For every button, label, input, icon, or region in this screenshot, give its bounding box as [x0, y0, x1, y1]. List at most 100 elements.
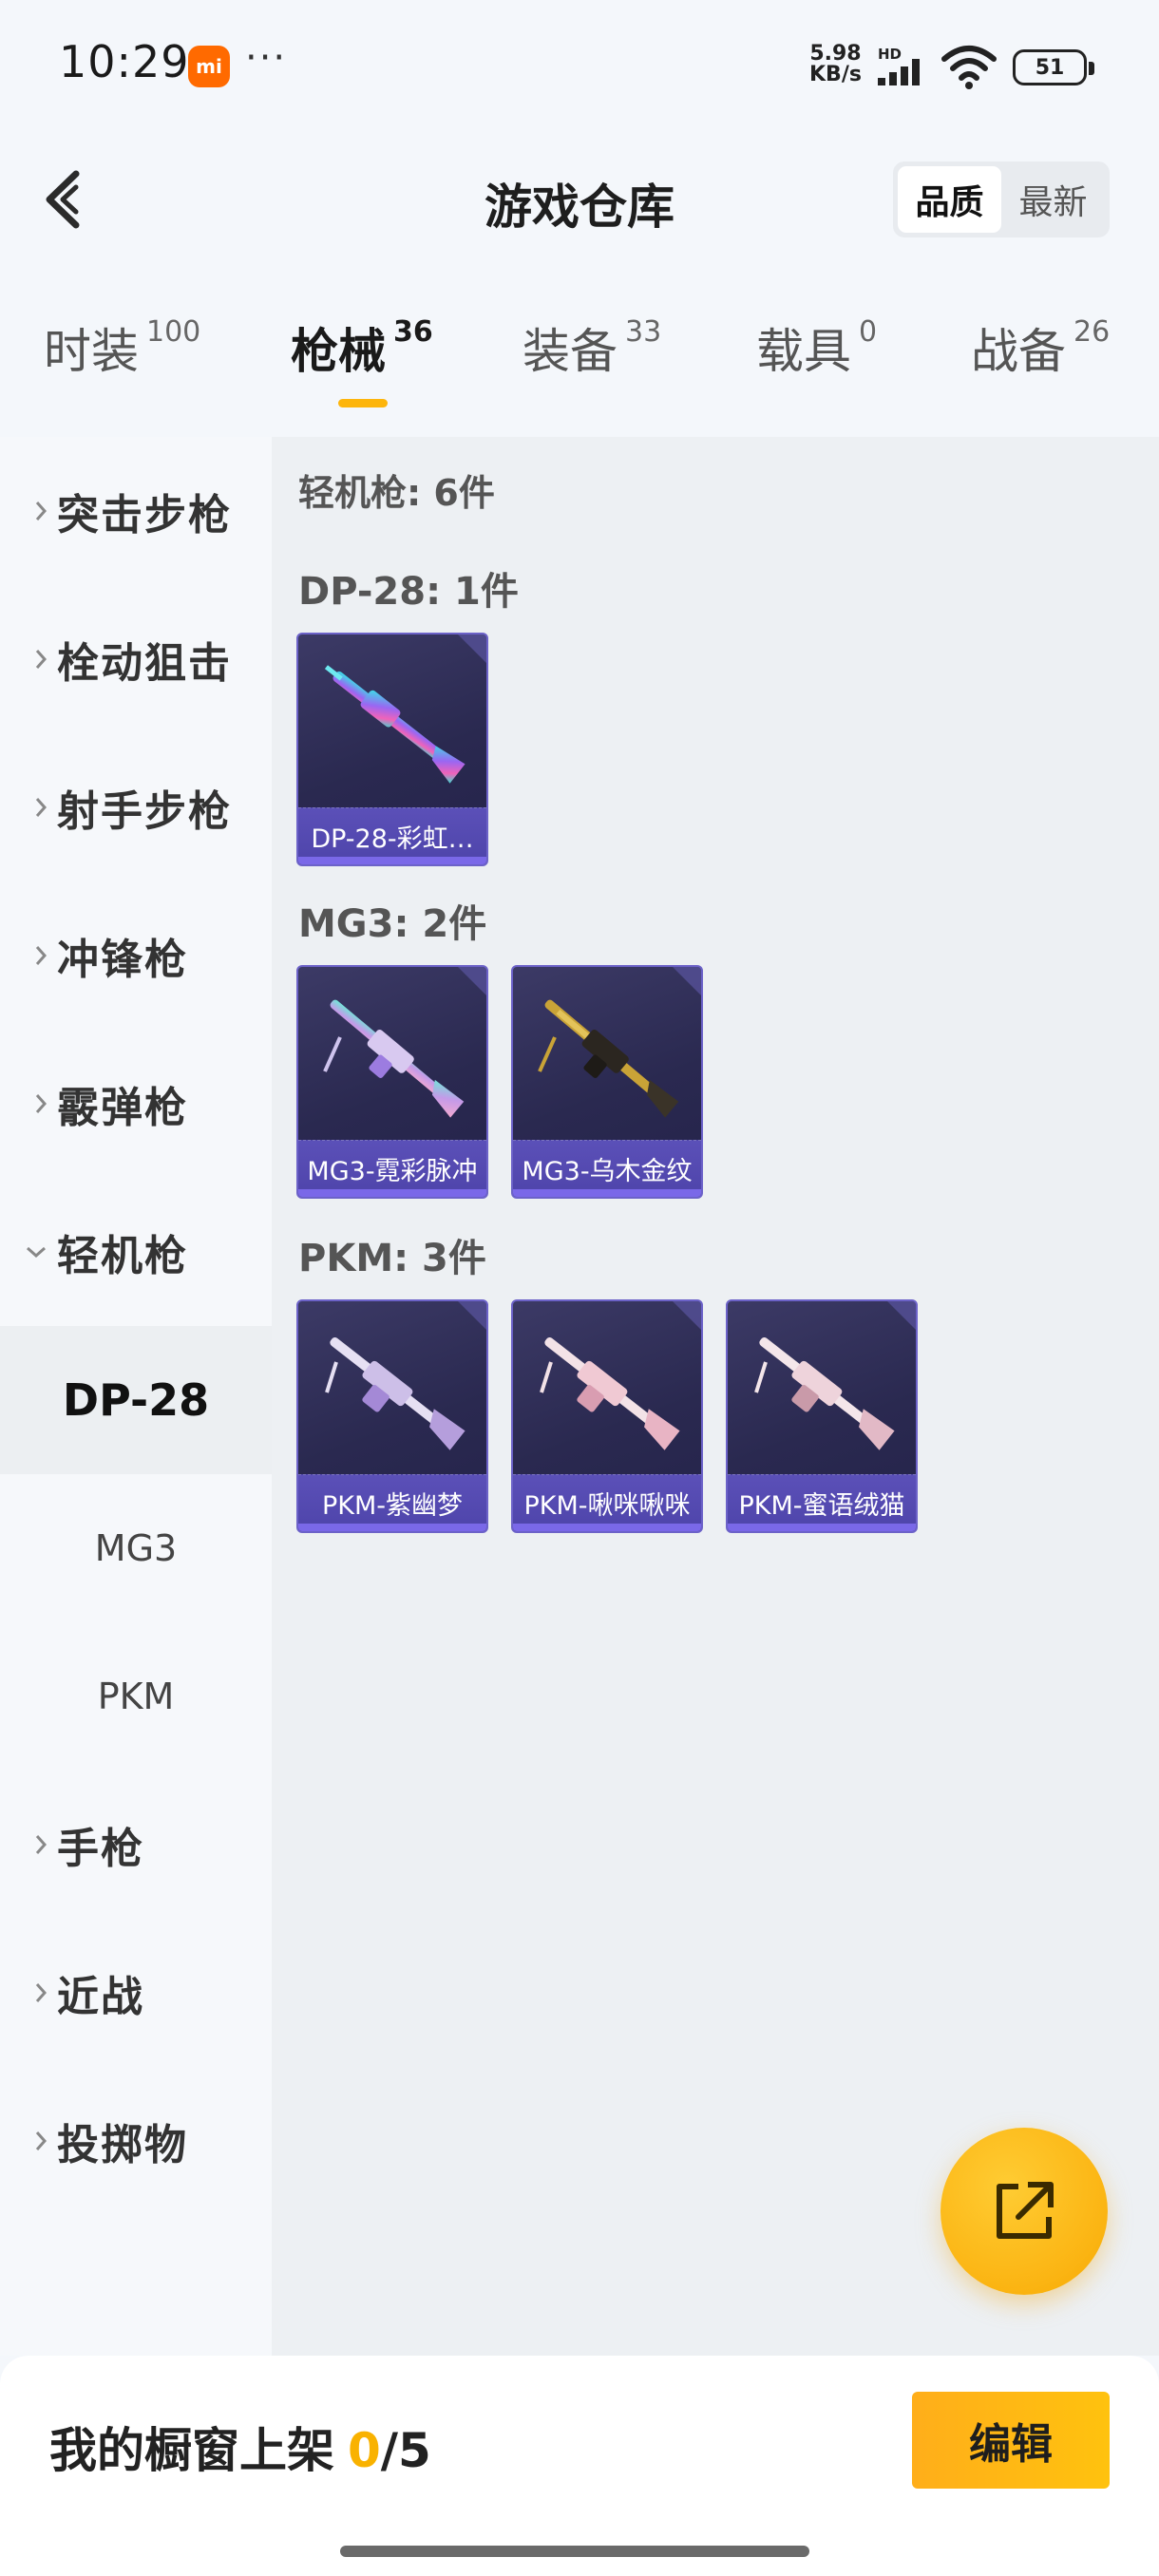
skin-card-name: PKM-啾咪啾咪 — [513, 1474, 701, 1531]
chevron-right-icon — [19, 1981, 57, 2004]
tab-outfits[interactable]: 时装 100 — [44, 313, 200, 382]
tab-label: 枪械 — [291, 324, 386, 379]
sidebar-item-label: 轻机枪 — [57, 1232, 188, 1280]
skin-card[interactable]: PKM-紫幽梦 — [296, 1299, 488, 1533]
network-speed: 5.98 KB/s — [809, 44, 862, 85]
bottom-bar: 我的橱窗上架 0 /5 编辑 — [0, 2356, 1159, 2576]
card-bottom-stripe — [513, 1524, 701, 1531]
sidebar-item-marksman-rifle[interactable]: 射手步枪 — [0, 733, 272, 881]
status-time: 10:29 — [59, 36, 190, 87]
active-tab-indicator — [338, 399, 388, 407]
sidebar-item-label: 突击步枪 — [57, 491, 232, 540]
skin-card[interactable]: MG3-霓彩脉冲 — [296, 965, 488, 1199]
skin-card[interactable]: MG3-乌木金纹 — [511, 965, 703, 1199]
showcase-status: 我的橱窗上架 0 /5 — [49, 2413, 431, 2481]
card-bottom-stripe — [513, 1189, 701, 1197]
tab-firearms[interactable]: 枪械 36 — [291, 313, 433, 382]
edit-button[interactable]: 编辑 — [912, 2392, 1110, 2489]
header: 游戏仓库 品质 最新 — [0, 142, 1159, 256]
sidebar-item-lmg[interactable]: 轻机枪 — [0, 1178, 272, 1326]
skin-card[interactable]: PKM-啾咪啾咪 — [511, 1299, 703, 1533]
skin-card-name: MG3-乌木金纹 — [513, 1140, 701, 1197]
wifi-icon — [941, 46, 997, 89]
tab-vehicles[interactable]: 载具 0 — [756, 313, 877, 382]
sidebar-item-label: 霰弹枪 — [57, 1084, 188, 1132]
sidebar-item-bolt-sniper[interactable]: 栓动狙击 — [0, 585, 272, 733]
home-indicator[interactable] — [340, 2546, 809, 2557]
skin-card-name: MG3-霓彩脉冲 — [298, 1140, 486, 1197]
skin-card[interactable]: DP-28-彩虹… — [296, 633, 488, 866]
showcase-label: 我的橱窗上架 — [49, 2423, 334, 2478]
machine-gun-skin-icon — [538, 999, 679, 1118]
category-tabs: 时装 100 枪械 36 装备 33 载具 0 战备 26 — [0, 313, 1159, 418]
sidebar-subitem-mg3[interactable]: MG3 — [0, 1474, 272, 1622]
battery-icon: 51 — [1013, 49, 1094, 85]
network-speed-value: 5.98 — [809, 42, 862, 66]
card-bottom-stripe — [298, 857, 486, 864]
sidebar-subitem-pkm[interactable]: PKM — [0, 1622, 272, 1771]
group-label-pkm: PKM: 3件 — [298, 1237, 486, 1280]
sidebar-item-shotgun[interactable]: 霰弹枪 — [0, 1030, 272, 1178]
category-sidebar: 突击步枪 栓动狙击 射手步枪 冲锋枪 霰弹枪 轻机枪 DP-28 MG3 PKM… — [0, 437, 272, 2356]
sidebar-item-throwables[interactable]: 投掷物 — [0, 2067, 272, 2215]
tab-count: 33 — [625, 315, 662, 349]
tab-count: 100 — [146, 315, 201, 349]
more-notifications-icon: ··· — [245, 36, 288, 80]
mi-app-icon: mi — [188, 46, 230, 87]
machine-gun-skin-icon — [540, 1336, 680, 1450]
group-label-mg3: MG3: 2件 — [298, 902, 487, 946]
tab-combat-supplies[interactable]: 战备 26 — [971, 313, 1110, 382]
sort-option-newest[interactable]: 最新 — [1001, 166, 1105, 233]
chevron-right-icon — [19, 2130, 57, 2152]
skin-card[interactable]: PKM-蜜语绒猫 — [726, 1299, 918, 1533]
tab-count: 36 — [393, 315, 433, 349]
share-external-icon — [997, 2182, 1054, 2239]
sidebar-item-label: 近战 — [57, 1973, 144, 2021]
skin-card-name: DP-28-彩虹… — [298, 807, 486, 864]
chevron-right-icon — [19, 944, 57, 967]
tab-count: 26 — [1074, 315, 1111, 349]
chevron-right-icon — [19, 648, 57, 671]
tab-count: 0 — [859, 315, 878, 349]
sidebar-item-label: 投掷物 — [57, 2121, 188, 2169]
tab-equipment[interactable]: 装备 33 — [522, 313, 661, 382]
group-label-dp28: DP-28: 1件 — [298, 570, 519, 614]
sidebar-item-label: 射手步枪 — [57, 787, 232, 836]
chevron-right-icon — [19, 1833, 57, 1856]
chevron-right-icon — [19, 1092, 57, 1115]
skin-card-name: PKM-蜜语绒猫 — [728, 1474, 916, 1531]
tab-label: 载具 — [756, 324, 851, 379]
chevron-down-icon — [19, 1245, 57, 1259]
skin-card-name: PKM-紫幽梦 — [298, 1474, 486, 1531]
showcase-total: /5 — [380, 2423, 431, 2478]
machine-gun-skin-icon — [754, 1336, 895, 1450]
signal-icon — [878, 59, 920, 85]
chevron-right-icon — [19, 796, 57, 819]
card-bottom-stripe — [298, 1189, 486, 1197]
tab-label: 装备 — [522, 324, 618, 379]
sidebar-item-label: 手枪 — [57, 1825, 144, 1873]
chevron-right-icon — [19, 500, 57, 522]
showcase-count: 0 — [348, 2423, 381, 2478]
network-speed-unit: KB/s — [809, 63, 862, 86]
sidebar-item-pistol[interactable]: 手枪 — [0, 1771, 272, 1919]
sidebar-item-label: 栓动狙击 — [57, 639, 232, 688]
tab-label: 时装 — [44, 324, 139, 379]
sidebar-subitem-dp28[interactable]: DP-28 — [0, 1326, 272, 1474]
section-total-label: 轻机枪: 6件 — [298, 472, 495, 514]
sort-toggle: 品质 最新 — [893, 161, 1110, 237]
tab-label: 战备 — [971, 324, 1066, 379]
share-button[interactable] — [940, 2128, 1108, 2295]
sort-option-quality[interactable]: 品质 — [898, 166, 1001, 233]
sidebar-item-melee[interactable]: 近战 — [0, 1919, 272, 2067]
sidebar-item-smg[interactable]: 冲锋枪 — [0, 881, 272, 1030]
machine-gun-skin-icon — [323, 999, 465, 1118]
sidebar-item-label: 冲锋枪 — [57, 936, 188, 984]
rifle-skin-icon — [324, 665, 466, 784]
status-bar: 10:29 mi ··· 5.98 KB/s HD 51 — [0, 0, 1159, 133]
machine-gun-skin-icon — [325, 1336, 466, 1450]
card-bottom-stripe — [298, 1524, 486, 1531]
card-bottom-stripe — [728, 1524, 916, 1531]
item-grid-panel: 轻机枪: 6件 DP-28: 1件 DP-28-彩虹… MG3: 2件 MG3-… — [272, 437, 1159, 2356]
sidebar-item-assault-rifle[interactable]: 突击步枪 — [0, 437, 272, 585]
